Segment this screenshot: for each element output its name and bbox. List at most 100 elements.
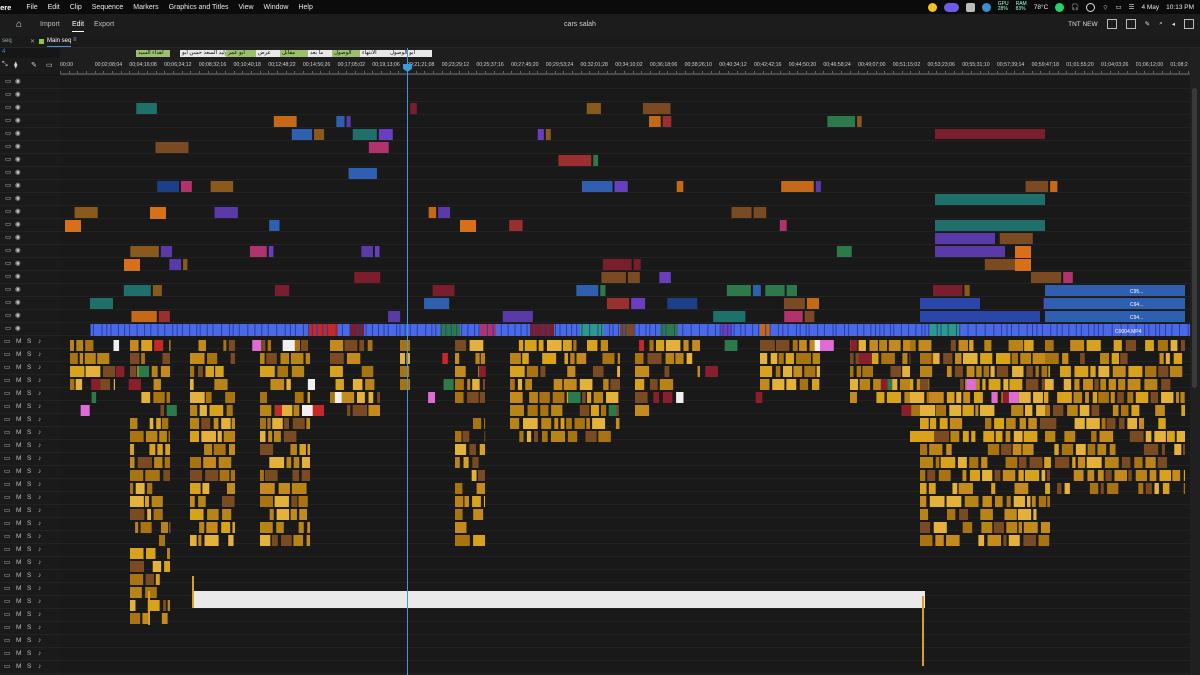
sync-lock-icon[interactable]: ▭ <box>4 572 10 580</box>
clip-cut[interactable] <box>101 324 103 336</box>
clip-cut[interactable] <box>492 324 494 336</box>
audio-clip[interactable] <box>1106 418 1116 429</box>
timeline-clip[interactable] <box>378 129 393 140</box>
audio-clip[interactable] <box>996 366 1009 377</box>
eye-icon[interactable]: ◉ <box>15 208 21 216</box>
adjustment-clip[interactable] <box>192 591 925 608</box>
audio-clip[interactable] <box>1054 457 1070 468</box>
audio-track-header[interactable]: ▭ M S ♪ <box>0 596 60 609</box>
clip-cut[interactable] <box>1148 324 1150 336</box>
timeline-clip[interactable] <box>157 181 179 192</box>
clip-cut[interactable] <box>181 324 183 336</box>
timeline-clip[interactable] <box>160 246 173 257</box>
audio-clip[interactable] <box>260 522 273 533</box>
audio-track-header[interactable]: ▭ M S ♪ <box>0 505 60 518</box>
audio-clip[interactable] <box>400 340 410 351</box>
audio-clip[interactable] <box>903 340 910 351</box>
audio-clip[interactable] <box>280 353 290 364</box>
audio-clip[interactable] <box>850 340 858 351</box>
audio-clip[interactable] <box>268 431 273 442</box>
audio-clip[interactable] <box>201 431 216 442</box>
sync-lock-icon[interactable]: ▭ <box>4 650 10 658</box>
timeline-clip[interactable] <box>627 272 640 283</box>
mic-icon[interactable]: ♪ <box>38 494 41 502</box>
audio-clip[interactable] <box>564 353 568 364</box>
timeline-clip[interactable] <box>726 285 751 296</box>
sync-lock-icon[interactable]: ▭ <box>4 481 10 489</box>
video-track-header[interactable]: ▭ ◉ <box>0 115 60 128</box>
audio-clip[interactable] <box>858 340 866 351</box>
audio-clip[interactable] <box>70 353 78 364</box>
audio-clip[interactable] <box>960 379 964 390</box>
eye-icon[interactable]: ◉ <box>15 234 21 242</box>
video-track-header[interactable]: ▭ ◉ <box>0 154 60 167</box>
audio-clip[interactable] <box>225 392 235 403</box>
audio-clip[interactable] <box>1108 379 1116 390</box>
audio-clip[interactable] <box>455 483 463 494</box>
timeline-clip[interactable] <box>784 311 803 322</box>
solo-icon[interactable]: S <box>27 416 31 424</box>
audio-clip[interactable] <box>1097 470 1104 481</box>
video-track-header[interactable]: ▭ ◉ <box>0 271 60 284</box>
gpu-meter[interactable]: GPU 28% <box>998 2 1009 12</box>
audio-clip[interactable] <box>130 509 145 520</box>
timeline-clip[interactable] <box>935 233 995 244</box>
audio-clip[interactable] <box>1070 340 1085 351</box>
audio-clip[interactable] <box>330 366 343 377</box>
timeline-clip[interactable] <box>89 298 113 309</box>
audio-clip[interactable] <box>135 522 139 533</box>
audio-clip[interactable] <box>770 353 778 364</box>
audio-clip[interactable] <box>1180 340 1185 351</box>
audio-clip[interactable] <box>301 340 309 351</box>
clip-cut[interactable] <box>823 324 825 336</box>
clip-cut[interactable] <box>129 324 131 336</box>
solo-icon[interactable]: S <box>27 585 31 593</box>
audio-clip[interactable] <box>930 418 937 429</box>
audio-clip[interactable] <box>946 366 952 377</box>
clip-cut[interactable] <box>843 324 845 336</box>
timeline-clip[interactable] <box>180 181 192 192</box>
clip-cut[interactable] <box>425 324 427 336</box>
audio-clip[interactable] <box>1008 392 1019 403</box>
audio-clip[interactable] <box>223 340 227 351</box>
audio-clip[interactable] <box>144 496 149 507</box>
timecode-display[interactable]: 4 <box>2 49 5 55</box>
audio-clip[interactable] <box>1038 496 1047 507</box>
timeline-clip[interactable] <box>964 285 970 296</box>
clip-cut[interactable] <box>787 324 789 336</box>
clip-cut[interactable] <box>1018 324 1020 336</box>
audio-clip[interactable] <box>1023 535 1036 546</box>
solo-icon[interactable]: S <box>27 533 31 541</box>
audio-clip[interactable] <box>563 379 577 390</box>
audio-clip[interactable] <box>167 548 170 559</box>
sync-lock-icon[interactable]: ▭ <box>5 169 11 177</box>
audio-clip[interactable] <box>946 496 962 507</box>
audio-clip[interactable] <box>524 340 537 351</box>
audio-clip[interactable] <box>141 340 153 351</box>
audio-clip[interactable] <box>1157 340 1168 351</box>
audio-clip[interactable] <box>206 522 218 533</box>
audio-clip[interactable] <box>540 405 549 416</box>
clip-cut[interactable] <box>486 324 488 336</box>
audio-clip[interactable] <box>683 340 689 351</box>
audio-clip[interactable] <box>1001 444 1012 455</box>
toggle-pill-icon[interactable] <box>943 2 959 12</box>
audio-clip[interactable] <box>1033 392 1043 403</box>
sync-lock-icon[interactable]: ▭ <box>4 468 10 476</box>
audio-clip[interactable] <box>278 483 290 494</box>
audio-clip[interactable] <box>137 457 152 468</box>
audio-clip[interactable] <box>1173 353 1183 364</box>
audio-clip[interactable] <box>969 457 979 468</box>
audio-clip[interactable] <box>1085 392 1089 403</box>
audio-clip[interactable] <box>293 535 304 546</box>
audio-clip[interactable] <box>479 392 485 403</box>
clip-cut[interactable] <box>238 324 240 336</box>
audio-clip[interactable] <box>455 457 460 468</box>
audio-clip[interactable] <box>70 340 75 351</box>
audio-clip[interactable] <box>231 418 235 429</box>
audio-clip[interactable] <box>1166 431 1175 442</box>
audio-clip[interactable] <box>291 483 307 494</box>
audio-clip[interactable] <box>1144 379 1158 390</box>
sync-lock-icon[interactable]: ▭ <box>4 364 10 372</box>
solo-icon[interactable]: S <box>27 650 31 658</box>
